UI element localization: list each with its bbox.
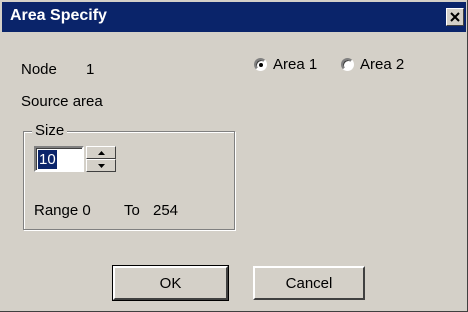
radio-area-1-label: Area 1 [273, 56, 318, 73]
area-specify-dialog: Area Specify Node 1 Area 1 Area 2 Source… [0, 0, 468, 312]
size-spinner[interactable] [86, 146, 116, 172]
close-button[interactable] [446, 8, 464, 26]
range-to-value: 254 [153, 202, 179, 219]
radio-area-1[interactable]: Area 1 [254, 56, 317, 73]
radio-area-2-label: Area 2 [360, 56, 405, 73]
ok-button-label: OK [159, 274, 182, 292]
radio-area-2[interactable]: Area 2 [341, 56, 404, 73]
title-bar[interactable]: Area Specify [2, 2, 466, 32]
cancel-button-label: Cancel [285, 274, 333, 292]
cancel-button[interactable]: Cancel [253, 266, 365, 300]
source-area-label: Source area [21, 93, 103, 110]
size-spin-input[interactable]: 10 [34, 146, 84, 172]
spin-up-button[interactable] [86, 146, 116, 159]
radio-area-2-circle[interactable] [341, 58, 354, 71]
range-to-label: To [124, 202, 140, 219]
radio-selected-dot [258, 62, 263, 67]
spin-up-icon [97, 150, 105, 155]
radio-area-1-circle[interactable] [254, 58, 267, 71]
spin-down-button[interactable] [86, 159, 116, 172]
range-label: Range 0 [34, 202, 91, 219]
ok-button[interactable]: OK [112, 265, 229, 301]
node-label: Node [21, 61, 57, 78]
window-title: Area Specify [10, 7, 107, 24]
node-value: 1 [86, 61, 95, 78]
size-group-legend: Size [32, 122, 68, 139]
close-icon [450, 12, 460, 22]
spin-down-icon [97, 163, 105, 168]
size-value[interactable]: 10 [38, 150, 57, 169]
